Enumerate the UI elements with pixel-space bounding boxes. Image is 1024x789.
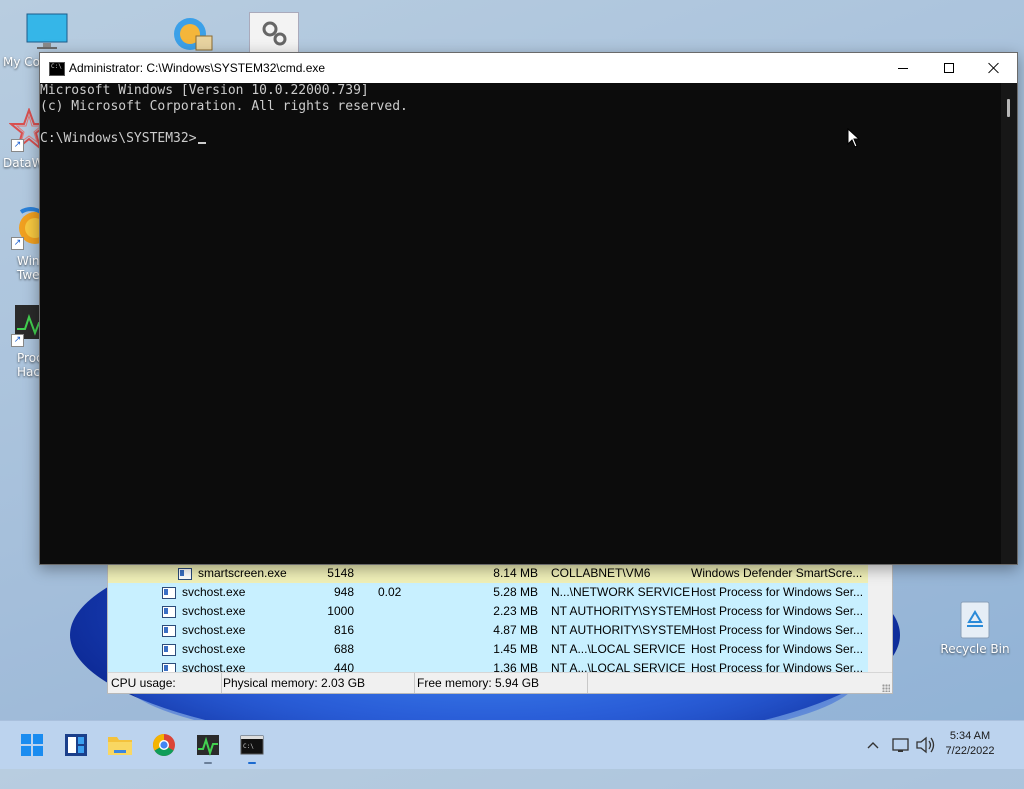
- widgets-icon: [65, 734, 87, 756]
- svg-text:C:\: C:\: [243, 743, 254, 750]
- process-icon: [162, 644, 176, 656]
- status-bar: CPU usage: 65.98% Physical memory: 2.03 …: [108, 672, 892, 693]
- network-status-button[interactable]: [890, 721, 912, 769]
- process-description: Host Process for Windows Ser...: [691, 623, 864, 637]
- free-memory-status: Free memory: 5.94 GB (74.55%): [414, 673, 588, 693]
- cmd-taskbar-button[interactable]: C:\: [232, 725, 272, 765]
- start-button[interactable]: [12, 725, 52, 765]
- shortcut-arrow-icon: ↗: [11, 139, 24, 152]
- maximize-button[interactable]: [926, 53, 972, 83]
- process-icon: [162, 625, 176, 637]
- process-name: svchost.exe: [182, 604, 246, 618]
- process-description: Host Process for Windows Ser...: [691, 585, 864, 599]
- cpu-usage-status: CPU usage: 65.98%: [108, 673, 222, 693]
- process-pid: 688: [333, 642, 354, 656]
- process-icon: [162, 606, 176, 618]
- process-icon: [162, 587, 176, 599]
- chrome-icon: [153, 734, 175, 756]
- text-cursor: [197, 142, 206, 144]
- process-pid: 5148: [327, 566, 354, 580]
- process-private-bytes: 1.45 MB: [493, 642, 538, 656]
- process-list-scrollbar[interactable]: [868, 561, 892, 672]
- chrome-button[interactable]: [144, 725, 184, 765]
- browser-setup-icon: [174, 18, 213, 51]
- widgets-button[interactable]: [56, 725, 96, 765]
- process-user: NT AUTHORITY\SYSTEM: [551, 623, 692, 637]
- chevron-up-icon: [867, 742, 879, 749]
- process-row[interactable]: svchost.exe 948 0.02 5.28 MB N...\NETWORK SE…: [108, 583, 868, 602]
- system-clock[interactable]: 5:34 AM 7/22/2022: [940, 729, 1000, 759]
- process-row[interactable]: smartscreen.exe 5148 8.14 MB COLLABNET\VM6 W…: [108, 564, 868, 583]
- process-pid: 948: [333, 585, 354, 599]
- process-cpu: 0.02: [378, 585, 402, 599]
- process-private-bytes: 8.14 MB: [493, 566, 538, 580]
- console-output[interactable]: Microsoft Windows [Version 10.0.22000.73…: [40, 83, 1001, 564]
- process-description: Windows Defender SmartScre...: [691, 566, 863, 580]
- console-line: Microsoft Windows [Version 10.0.22000.73…: [40, 83, 369, 98]
- process-description: Host Process for Windows Ser...: [691, 604, 864, 618]
- process-name: smartscreen.exe: [198, 566, 287, 580]
- windows-logo-icon: [21, 734, 43, 756]
- show-hidden-icons-button[interactable]: [864, 721, 882, 769]
- window-title: Administrator: C:\Windows\SYSTEM32\cmd.e…: [69, 61, 326, 75]
- monitor-icon: [26, 13, 68, 49]
- process-pid: 816: [333, 623, 354, 637]
- process-name: svchost.exe: [182, 623, 246, 637]
- process-row[interactable]: svchost.exe 688 1.45 MB NT A...\LOCAL SERVI…: [108, 640, 868, 659]
- process-private-bytes: 5.28 MB: [493, 585, 538, 599]
- process-hacker-taskbar-button[interactable]: [188, 725, 228, 765]
- process-hacker-window: smartscreen.exe 5148 8.14 MB COLLABNET\VM6 W…: [107, 560, 893, 694]
- process-name: svchost.exe: [182, 585, 246, 599]
- process-user: N...\NETWORK SERVICE: [551, 585, 691, 599]
- volume-button[interactable]: [914, 721, 938, 769]
- desktop-icon-recycle-bin[interactable]: Recycle Bin: [940, 598, 1010, 656]
- cmd-icon: [49, 62, 65, 76]
- close-button[interactable]: [971, 53, 1017, 83]
- process-description: Host Process for Windows Ser...: [691, 642, 864, 656]
- recycle-bin-icon: [960, 601, 990, 639]
- scrollbar-thumb[interactable]: [1007, 99, 1010, 117]
- taskbar: C:\ 5:34 AM 7/22/2022: [0, 720, 1024, 769]
- process-icon: [178, 568, 192, 580]
- folder-icon: [108, 737, 132, 755]
- speaker-icon: [916, 736, 935, 754]
- network-icon: [892, 738, 909, 752]
- file-explorer-button[interactable]: [100, 725, 140, 765]
- title-bar[interactable]: Administrator: C:\Windows\SYSTEM32\cmd.e…: [40, 53, 1017, 83]
- process-row[interactable]: svchost.exe 816 4.87 MB NT AUTHORITY\SYSTEM…: [108, 621, 868, 640]
- process-private-bytes: 2.23 MB: [493, 604, 538, 618]
- resize-grip-icon[interactable]: [882, 684, 890, 692]
- desktop-icon-edge-setup[interactable]: [170, 12, 216, 52]
- process-private-bytes: 4.87 MB: [493, 623, 538, 637]
- process-hacker-icon: [197, 735, 219, 764]
- mouse-pointer-icon: [847, 127, 861, 151]
- process-user: NT AUTHORITY\SYSTEM: [551, 604, 692, 618]
- clock-time: 5:34 AM: [949, 730, 991, 742]
- shortcut-arrow-icon: ↗: [11, 237, 24, 250]
- gear-icon: [262, 21, 287, 46]
- cmd-window[interactable]: Administrator: C:\Windows\SYSTEM32\cmd.e…: [39, 52, 1018, 565]
- shortcut-arrow-icon: ↗: [11, 334, 24, 347]
- process-pid: 1000: [327, 604, 354, 618]
- process-user: NT A...\LOCAL SERVICE: [551, 642, 686, 656]
- console-prompt: C:\Windows\SYSTEM32>: [40, 131, 197, 146]
- clock-date: 7/22/2022: [945, 745, 995, 757]
- process-name: svchost.exe: [182, 642, 246, 656]
- minimize-button[interactable]: [880, 53, 926, 83]
- physical-memory-status: Physical memory: 2.03 GB (25.45%): [220, 673, 415, 693]
- recycle-bin-label: Recycle Bin: [940, 642, 1010, 656]
- console-scrollbar[interactable]: [1001, 83, 1017, 564]
- console-line: (c) Microsoft Corporation. All rights re…: [40, 99, 408, 114]
- process-row[interactable]: svchost.exe 1000 2.23 MB NT AUTHORITY\SYSTE…: [108, 602, 868, 621]
- desktop-icon-settings[interactable]: [249, 12, 299, 54]
- process-user: COLLABNET\VM6: [551, 566, 651, 580]
- terminal-icon: C:\: [240, 735, 264, 764]
